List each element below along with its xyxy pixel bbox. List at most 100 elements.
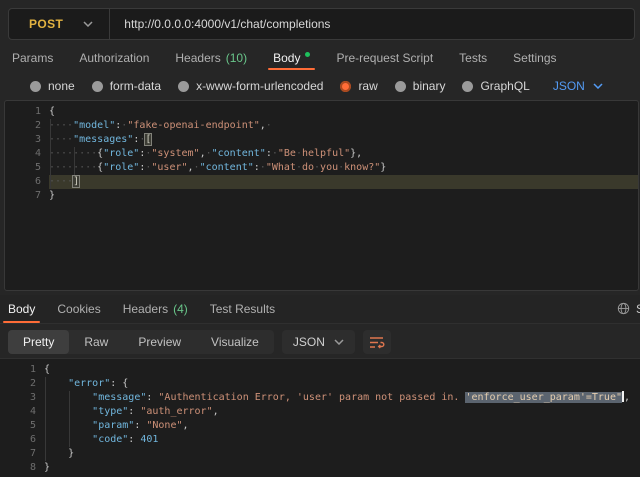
- chevron-down-icon: [83, 21, 93, 27]
- line-number: 2: [0, 377, 44, 391]
- code-line: 5········{"role":·"user",·"content":·"Wh…: [5, 161, 638, 175]
- response-header: Body Cookies Headers (4) Test Results St…: [0, 295, 640, 324]
- wrap-text-icon: [369, 336, 385, 349]
- line-number: 2: [5, 119, 49, 133]
- line-number: 5: [0, 419, 44, 433]
- request-body-editor[interactable]: 1{2····"model":·"fake-openai-endpoint",·…: [4, 100, 639, 291]
- tab-settings[interactable]: Settings: [513, 45, 556, 70]
- indent-guide: [45, 377, 46, 461]
- code-line: 5 "param": "None",: [0, 419, 640, 433]
- radio-circle-icon: [92, 81, 103, 92]
- code-line: 3 "message": "Authentication Error, 'use…: [0, 391, 640, 405]
- radio-selected-icon: [340, 81, 351, 92]
- line-number: 3: [5, 133, 49, 147]
- tab-headers[interactable]: Headers (10): [175, 45, 247, 70]
- code-line: 4 "type": "auth_error",: [0, 405, 640, 419]
- line-number: 6: [5, 175, 49, 189]
- code-line: 6 "code": 401: [0, 433, 640, 447]
- line-content: }: [44, 461, 640, 475]
- line-number: 4: [5, 147, 49, 161]
- code-line: 2 "error": {: [0, 377, 640, 391]
- line-content: ········{"role":·"user",·"content":·"Wha…: [49, 161, 638, 175]
- line-number: 5: [5, 161, 49, 175]
- chevron-down-icon: [334, 339, 344, 345]
- indent-guide: [74, 147, 75, 175]
- selected-text: 'enforce_user_param'=True": [465, 392, 622, 403]
- line-number: 1: [5, 105, 49, 119]
- request-tabs: Params Authorization Headers (10) Body P…: [12, 45, 557, 70]
- view-pretty[interactable]: Pretty: [8, 330, 69, 354]
- line-content: "type": "auth_error",: [44, 405, 640, 419]
- line-content: {: [44, 363, 640, 377]
- radio-none[interactable]: none: [30, 79, 75, 93]
- line-content: "error": {: [44, 377, 640, 391]
- line-number: 7: [0, 447, 44, 461]
- headers-count: (10): [226, 51, 247, 65]
- radio-binary[interactable]: binary: [395, 79, 446, 93]
- line-content: "message": "Authentication Error, 'user'…: [44, 391, 640, 405]
- radio-graphql[interactable]: GraphQL: [462, 79, 529, 93]
- url-input[interactable]: http://0.0.0.0:4000/v1/chat/completions: [110, 17, 330, 31]
- response-view-switcher: Pretty Raw Preview Visualize: [8, 330, 274, 354]
- view-raw[interactable]: Raw: [69, 330, 123, 354]
- indent-guide: [50, 119, 51, 189]
- view-visualize[interactable]: Visualize: [196, 330, 274, 354]
- response-tab-body[interactable]: Body: [8, 295, 35, 323]
- radio-x-www-form-urlencoded[interactable]: x-www-form-urlencoded: [178, 79, 323, 93]
- line-content: "param": "None",: [44, 419, 640, 433]
- chevron-down-icon: [593, 83, 603, 89]
- method-select[interactable]: POST: [9, 9, 109, 39]
- wrap-text-button[interactable]: [363, 330, 391, 354]
- radio-circle-icon: [462, 81, 473, 92]
- line-content: {: [49, 105, 638, 119]
- status-text-clipped: Sta: [636, 302, 640, 316]
- response-headers-count: (4): [173, 302, 188, 316]
- line-content: ········{"role":·"system",·"content":·"B…: [49, 147, 638, 161]
- response-tab-headers[interactable]: Headers (4): [123, 295, 188, 323]
- tab-authorization[interactable]: Authorization: [79, 45, 149, 70]
- code-line: 6····]: [5, 175, 638, 189]
- response-toolbar: Pretty Raw Preview Visualize JSON: [8, 330, 391, 354]
- line-number: 7: [5, 189, 49, 203]
- line-content: "code": 401: [44, 433, 640, 447]
- line-content: ····"model":·"fake-openai-endpoint",·: [49, 119, 638, 133]
- raw-format-select[interactable]: JSON: [553, 79, 603, 93]
- code-line: 7 }: [0, 447, 640, 461]
- method-label: POST: [29, 17, 63, 31]
- line-number: 6: [0, 433, 44, 447]
- view-preview[interactable]: Preview: [123, 330, 196, 354]
- body-modified-dot: [305, 52, 310, 57]
- code-line: 7}: [5, 189, 638, 203]
- line-content: }: [44, 447, 640, 461]
- response-tab-test-results[interactable]: Test Results: [210, 295, 275, 323]
- code-line: 2····"model":·"fake-openai-endpoint",·: [5, 119, 638, 133]
- radio-form-data[interactable]: form-data: [92, 79, 161, 93]
- response-body-viewer[interactable]: 1{2 "error": {3 "message": "Authenticati…: [0, 358, 640, 477]
- response-format-select[interactable]: JSON: [282, 330, 355, 354]
- globe-icon[interactable]: [617, 302, 630, 315]
- tab-body[interactable]: Body: [273, 45, 310, 70]
- active-tab-underline: [3, 321, 40, 323]
- response-tabs: Body Cookies Headers (4) Test Results: [8, 295, 275, 323]
- radio-raw[interactable]: raw: [340, 79, 377, 93]
- line-number: 1: [0, 363, 44, 377]
- url-bar: POST http://0.0.0.0:4000/v1/chat/complet…: [8, 8, 635, 40]
- code-line: 1{: [5, 105, 638, 119]
- radio-circle-icon: [395, 81, 406, 92]
- code-line: 1{: [0, 363, 640, 377]
- radio-circle-icon: [30, 81, 41, 92]
- active-tab-underline: [268, 68, 315, 70]
- tab-tests[interactable]: Tests: [459, 45, 487, 70]
- tab-params[interactable]: Params: [12, 45, 53, 70]
- code-line: 4········{"role":·"system",·"content":·"…: [5, 147, 638, 161]
- postman-request-view: POST http://0.0.0.0:4000/v1/chat/complet…: [0, 0, 640, 477]
- line-number: 3: [0, 391, 44, 405]
- code-line: 3····"messages":·[: [5, 133, 638, 147]
- line-number: 8: [0, 461, 44, 475]
- radio-circle-icon: [178, 81, 189, 92]
- line-content: }: [49, 189, 638, 203]
- line-content: ····]: [49, 175, 638, 189]
- tab-pre-request-script[interactable]: Pre-request Script: [336, 45, 433, 70]
- response-tab-cookies[interactable]: Cookies: [57, 295, 100, 323]
- code-line: 8}: [0, 461, 640, 475]
